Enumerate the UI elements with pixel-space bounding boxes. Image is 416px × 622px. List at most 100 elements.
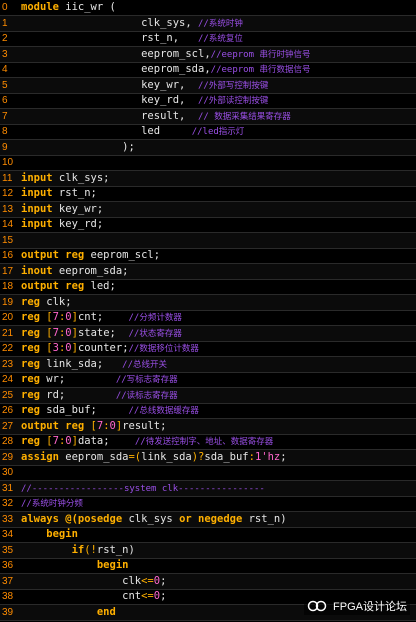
code-line: 36 begin: [0, 558, 416, 574]
code-line: 2 rst_n, //系统复位: [0, 31, 416, 47]
code-token: //: [198, 34, 209, 44]
code-token: state;: [77, 326, 129, 339]
line-number: 33: [2, 513, 14, 525]
code-text: module iic_wr (: [21, 0, 116, 15]
code-token: link_sda;: [39, 357, 123, 370]
code-token: reg: [21, 388, 40, 401]
code-token: output reg: [21, 280, 85, 292]
code-token: input: [21, 171, 53, 184]
wechat-channel-icon: [307, 599, 329, 613]
code-token: key_rd,: [21, 94, 199, 106]
code-line: 31 //-----------------system clk---------…: [0, 480, 416, 497]
line-number: 8: [2, 126, 8, 137]
code-token: 写标志寄存器: [126, 375, 178, 385]
line-number: 11: [2, 172, 13, 184]
code-token: key_wr;: [52, 202, 104, 215]
code-token: result;: [122, 419, 167, 432]
code-line: 33 always @(posedge clk_sys or negedge rs…: [0, 511, 416, 528]
code-line: 28 reg [7:0]data; //待发送控制字、地址、数据寄存器: [0, 434, 416, 450]
code-line: 16 output reg eeprom_scl;: [0, 248, 416, 264]
code-line: 35 if(!rst_n): [0, 542, 416, 559]
code-line: 17 inout eeprom_sda;: [0, 263, 416, 280]
line-number: 36: [2, 560, 14, 571]
code-token: reg: [21, 342, 40, 354]
line-number: 17: [2, 265, 14, 277]
code-text: input key_rd;: [21, 217, 103, 232]
code-token: eeprom_scl;: [84, 249, 161, 261]
code-text: eeprom_sda,//eeprom 串行数据信号: [21, 62, 310, 78]
code-token: 串行时钟信号: [259, 49, 311, 60]
code-text: reg rd; //读标志寄存器: [21, 388, 178, 404]
code-text: reg [7:0]state; //状态寄存器: [21, 326, 182, 342]
line-number: 20: [2, 312, 14, 323]
code-line: 5 key_wr, //外部写控制按键: [0, 77, 416, 94]
code-token: eeprom_sda;: [52, 264, 129, 277]
code-text: begin: [21, 527, 78, 542]
line-number: 12: [2, 188, 14, 199]
code-token: 总线数据缓存器: [139, 406, 199, 416]
line-number: 26: [2, 405, 14, 416]
code-line: 4 eeprom_sda,//eeprom 串行数据信号: [0, 62, 416, 78]
code-line: 21 reg [7:0]state; //状态寄存器: [0, 325, 416, 342]
code-token: begin: [21, 559, 129, 571]
code-token: //eeprom: [210, 65, 260, 75]
code-token: <=: [141, 574, 154, 587]
code-token: 待发送控制字、地址、数据寄存器: [145, 437, 274, 447]
code-token: counter;: [77, 342, 129, 354]
code-token: data;: [77, 435, 135, 447]
code-token: //: [115, 390, 127, 401]
code-token: 分频计数器: [139, 313, 182, 323]
code-token: cnt;: [77, 311, 129, 323]
code-token: //: [198, 80, 209, 91]
code-text: if(!rst_n): [21, 543, 135, 558]
code-line: 24 reg wr; //写标志寄存器: [0, 372, 416, 388]
code-token: cnt: [21, 590, 142, 602]
code-token: input: [21, 187, 53, 199]
code-token: 读标志寄存器: [126, 390, 178, 401]
line-number: 14: [2, 219, 14, 230]
line-number: 37: [2, 575, 14, 587]
code-text: );: [21, 140, 135, 155]
code-token: iic_wr (: [58, 1, 116, 13]
code-token: 总线开关: [133, 359, 168, 370]
code-token: output reg: [21, 249, 85, 261]
code-line: 29 assign eeprom_sda=(link_sda)?sda_buf:1…: [0, 449, 416, 466]
watermark: FPGA设计论坛: [304, 597, 410, 615]
code-text: assign eeprom_sda=(link_sda)?sda_buf:1'h…: [21, 450, 287, 465]
code-text: //系统时钟分频: [21, 496, 83, 512]
code-token: or negedge: [179, 512, 243, 525]
code-line: 6 key_rd, //外部读控制按键: [0, 93, 416, 109]
line-number: 2: [2, 33, 8, 44]
code-token: //: [122, 359, 133, 370]
code-line: 9 );: [0, 139, 416, 156]
code-token: input: [21, 218, 53, 230]
code-token: //: [115, 375, 127, 385]
code-token: 外部读控制按键: [208, 96, 269, 106]
code-token: reg: [21, 357, 40, 370]
code-token: 指示灯: [218, 127, 245, 137]
code-token: ;: [160, 574, 167, 587]
code-text: reg link_sda; //总线开关: [21, 357, 167, 373]
code-line: 27 output reg [7:0]result;: [0, 418, 416, 435]
line-number: 9: [2, 141, 8, 153]
line-number: 6: [2, 95, 8, 106]
code-token: result,: [21, 109, 199, 122]
code-text: clk_sys, //系统时钟: [21, 16, 243, 32]
code-token: reg: [21, 404, 40, 416]
line-number: 30: [2, 467, 14, 478]
code-text: begin: [21, 558, 129, 573]
code-line: 15: [0, 232, 416, 249]
code-token: )?: [191, 450, 205, 463]
line-number: 27: [2, 420, 14, 432]
line-number: 19: [2, 296, 14, 308]
code-line: 10: [0, 155, 416, 171]
line-number: 16: [2, 250, 14, 261]
line-number: 1: [2, 17, 8, 29]
code-token: reg: [21, 373, 40, 385]
code-token: rst_n,: [21, 32, 199, 44]
code-token: eeprom_sda: [58, 450, 129, 463]
line-number: 5: [2, 79, 8, 91]
code-token: rst_n): [242, 512, 287, 525]
code-text: cnt<=0;: [21, 589, 166, 604]
line-number: 4: [2, 64, 8, 75]
